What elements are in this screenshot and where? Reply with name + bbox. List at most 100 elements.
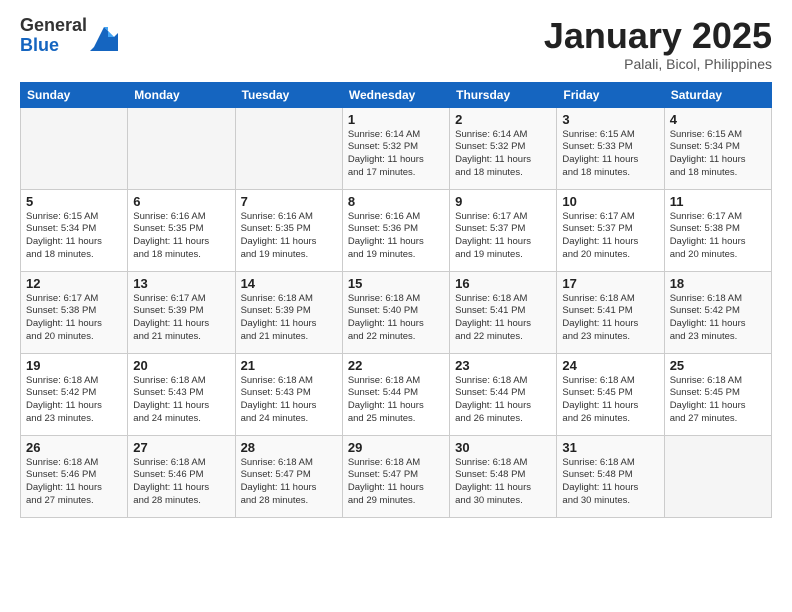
day-info: Sunrise: 6:18 AM Sunset: 5:46 PM Dayligh… xyxy=(133,457,209,506)
day-number: 28 xyxy=(241,440,337,455)
day-info: Sunrise: 6:18 AM Sunset: 5:48 PM Dayligh… xyxy=(562,457,638,506)
day-info: Sunrise: 6:18 AM Sunset: 5:40 PM Dayligh… xyxy=(348,293,424,342)
calendar-table: Sunday Monday Tuesday Wednesday Thursday… xyxy=(20,82,772,518)
day-info: Sunrise: 6:17 AM Sunset: 5:37 PM Dayligh… xyxy=(562,211,638,260)
table-row: 19 Sunrise: 6:18 AM Sunset: 5:42 PM Dayli… xyxy=(21,353,128,435)
day-number: 9 xyxy=(455,194,551,209)
col-tuesday: Tuesday xyxy=(235,82,342,107)
col-wednesday: Wednesday xyxy=(342,82,449,107)
day-info: Sunrise: 6:18 AM Sunset: 5:44 PM Dayligh… xyxy=(348,375,424,424)
day-info: Sunrise: 6:17 AM Sunset: 5:39 PM Dayligh… xyxy=(133,293,209,342)
table-row: 22 Sunrise: 6:18 AM Sunset: 5:44 PM Dayli… xyxy=(342,353,449,435)
day-info: Sunrise: 6:18 AM Sunset: 5:42 PM Dayligh… xyxy=(26,375,102,424)
day-info: Sunrise: 6:16 AM Sunset: 5:35 PM Dayligh… xyxy=(133,211,209,260)
day-info: Sunrise: 6:18 AM Sunset: 5:43 PM Dayligh… xyxy=(241,375,317,424)
day-info: Sunrise: 6:15 AM Sunset: 5:34 PM Dayligh… xyxy=(670,129,746,178)
table-row: 12Sunrise: 6:17 AM Sunset: 5:38 PM Dayli… xyxy=(21,271,128,353)
header: General Blue January 2025 Palali, Bicol,… xyxy=(20,16,772,72)
table-row: 29 Sunrise: 6:18 AM Sunset: 5:47 PM Dayli… xyxy=(342,435,449,517)
day-number: 31 xyxy=(562,440,658,455)
logo-icon xyxy=(90,23,118,51)
day-info: Sunrise: 6:15 AM Sunset: 5:33 PM Dayligh… xyxy=(562,129,638,178)
col-saturday: Saturday xyxy=(664,82,771,107)
table-row: 25Sunrise: 6:18 AM Sunset: 5:45 PM Dayli… xyxy=(664,353,771,435)
day-info: Sunrise: 6:18 AM Sunset: 5:46 PM Dayligh… xyxy=(26,457,102,506)
day-info: Sunrise: 6:18 AM Sunset: 5:47 PM Dayligh… xyxy=(241,457,317,506)
day-number: 13 xyxy=(133,276,229,291)
day-number: 24 xyxy=(562,358,658,373)
day-info: Sunrise: 6:18 AM Sunset: 5:41 PM Dayligh… xyxy=(455,293,531,342)
day-number: 26 xyxy=(26,440,122,455)
day-number: 27 xyxy=(133,440,229,455)
day-info: Sunrise: 6:18 AM Sunset: 5:41 PM Dayligh… xyxy=(562,293,638,342)
day-number: 4 xyxy=(670,112,766,127)
day-info: Sunrise: 6:15 AM Sunset: 5:34 PM Dayligh… xyxy=(26,211,102,260)
calendar-header-row: Sunday Monday Tuesday Wednesday Thursday… xyxy=(21,82,772,107)
col-sunday: Sunday xyxy=(21,82,128,107)
day-number: 10 xyxy=(562,194,658,209)
table-row: 11 Sunrise: 6:17 AM Sunset: 5:38 PM Dayli… xyxy=(664,189,771,271)
table-row: 4 Sunrise: 6:15 AM Sunset: 5:34 PM Daylig… xyxy=(664,107,771,189)
day-number: 7 xyxy=(241,194,337,209)
day-info: Sunrise: 6:18 AM Sunset: 5:39 PM Dayligh… xyxy=(241,293,317,342)
day-number: 8 xyxy=(348,194,444,209)
day-number: 15 xyxy=(348,276,444,291)
day-info: Sunrise: 6:17 AM Sunset: 5:38 PM Dayligh… xyxy=(26,293,102,342)
page: General Blue January 2025 Palali, Bicol,… xyxy=(0,0,792,612)
table-row: 27 Sunrise: 6:18 AM Sunset: 5:46 PM Dayli… xyxy=(128,435,235,517)
day-number: 2 xyxy=(455,112,551,127)
calendar-week-row: 5 Sunrise: 6:15 AM Sunset: 5:34 PM Daylig… xyxy=(21,189,772,271)
day-info: Sunrise: 6:18 AM Sunset: 5:45 PM Dayligh… xyxy=(562,375,638,424)
day-number: 19 xyxy=(26,358,122,373)
table-row: 1Sunrise: 6:14 AM Sunset: 5:32 PM Daylig… xyxy=(342,107,449,189)
day-info: Sunrise: 6:16 AM Sunset: 5:36 PM Dayligh… xyxy=(348,211,424,260)
table-row: 7 Sunrise: 6:16 AM Sunset: 5:35 PM Daylig… xyxy=(235,189,342,271)
day-number: 5 xyxy=(26,194,122,209)
day-info: Sunrise: 6:18 AM Sunset: 5:45 PM Dayligh… xyxy=(670,375,746,424)
col-friday: Friday xyxy=(557,82,664,107)
logo-blue: Blue xyxy=(20,36,87,56)
day-info: Sunrise: 6:17 AM Sunset: 5:38 PM Dayligh… xyxy=(670,211,746,260)
table-row: 3 Sunrise: 6:15 AM Sunset: 5:33 PM Daylig… xyxy=(557,107,664,189)
table-row: 21Sunrise: 6:18 AM Sunset: 5:43 PM Dayli… xyxy=(235,353,342,435)
table-row: 13 Sunrise: 6:17 AM Sunset: 5:39 PM Dayli… xyxy=(128,271,235,353)
calendar-week-row: 19 Sunrise: 6:18 AM Sunset: 5:42 PM Dayli… xyxy=(21,353,772,435)
day-number: 22 xyxy=(348,358,444,373)
day-number: 3 xyxy=(562,112,658,127)
month-title: January 2025 xyxy=(544,16,772,56)
table-row: 6 Sunrise: 6:16 AM Sunset: 5:35 PM Daylig… xyxy=(128,189,235,271)
calendar-week-row: 12Sunrise: 6:17 AM Sunset: 5:38 PM Dayli… xyxy=(21,271,772,353)
table-row xyxy=(235,107,342,189)
day-info: Sunrise: 6:16 AM Sunset: 5:35 PM Dayligh… xyxy=(241,211,317,260)
day-info: Sunrise: 6:14 AM Sunset: 5:32 PM Dayligh… xyxy=(455,129,531,178)
table-row: 20Sunrise: 6:18 AM Sunset: 5:43 PM Dayli… xyxy=(128,353,235,435)
table-row: 5 Sunrise: 6:15 AM Sunset: 5:34 PM Daylig… xyxy=(21,189,128,271)
day-number: 6 xyxy=(133,194,229,209)
table-row xyxy=(664,435,771,517)
table-row: 31 Sunrise: 6:18 AM Sunset: 5:48 PM Dayli… xyxy=(557,435,664,517)
calendar-week-row: 26 Sunrise: 6:18 AM Sunset: 5:46 PM Dayli… xyxy=(21,435,772,517)
logo: General Blue xyxy=(20,16,118,56)
table-row: 10 Sunrise: 6:17 AM Sunset: 5:37 PM Dayli… xyxy=(557,189,664,271)
table-row: 28 Sunrise: 6:18 AM Sunset: 5:47 PM Dayli… xyxy=(235,435,342,517)
day-number: 29 xyxy=(348,440,444,455)
table-row xyxy=(128,107,235,189)
day-info: Sunrise: 6:18 AM Sunset: 5:44 PM Dayligh… xyxy=(455,375,531,424)
table-row: 16 Sunrise: 6:18 AM Sunset: 5:41 PM Dayli… xyxy=(450,271,557,353)
table-row: 17Sunrise: 6:18 AM Sunset: 5:41 PM Dayli… xyxy=(557,271,664,353)
day-info: Sunrise: 6:18 AM Sunset: 5:42 PM Dayligh… xyxy=(670,293,746,342)
calendar-week-row: 1Sunrise: 6:14 AM Sunset: 5:32 PM Daylig… xyxy=(21,107,772,189)
table-row xyxy=(21,107,128,189)
day-number: 16 xyxy=(455,276,551,291)
table-row: 9Sunrise: 6:17 AM Sunset: 5:37 PM Daylig… xyxy=(450,189,557,271)
location-subtitle: Palali, Bicol, Philippines xyxy=(544,56,772,72)
day-number: 11 xyxy=(670,194,766,209)
table-row: 15 Sunrise: 6:18 AM Sunset: 5:40 PM Dayli… xyxy=(342,271,449,353)
logo-general: General xyxy=(20,16,87,36)
title-block: January 2025 Palali, Bicol, Philippines xyxy=(544,16,772,72)
day-info: Sunrise: 6:18 AM Sunset: 5:47 PM Dayligh… xyxy=(348,457,424,506)
table-row: 18 Sunrise: 6:18 AM Sunset: 5:42 PM Dayli… xyxy=(664,271,771,353)
day-info: Sunrise: 6:18 AM Sunset: 5:43 PM Dayligh… xyxy=(133,375,209,424)
day-number: 18 xyxy=(670,276,766,291)
day-number: 23 xyxy=(455,358,551,373)
